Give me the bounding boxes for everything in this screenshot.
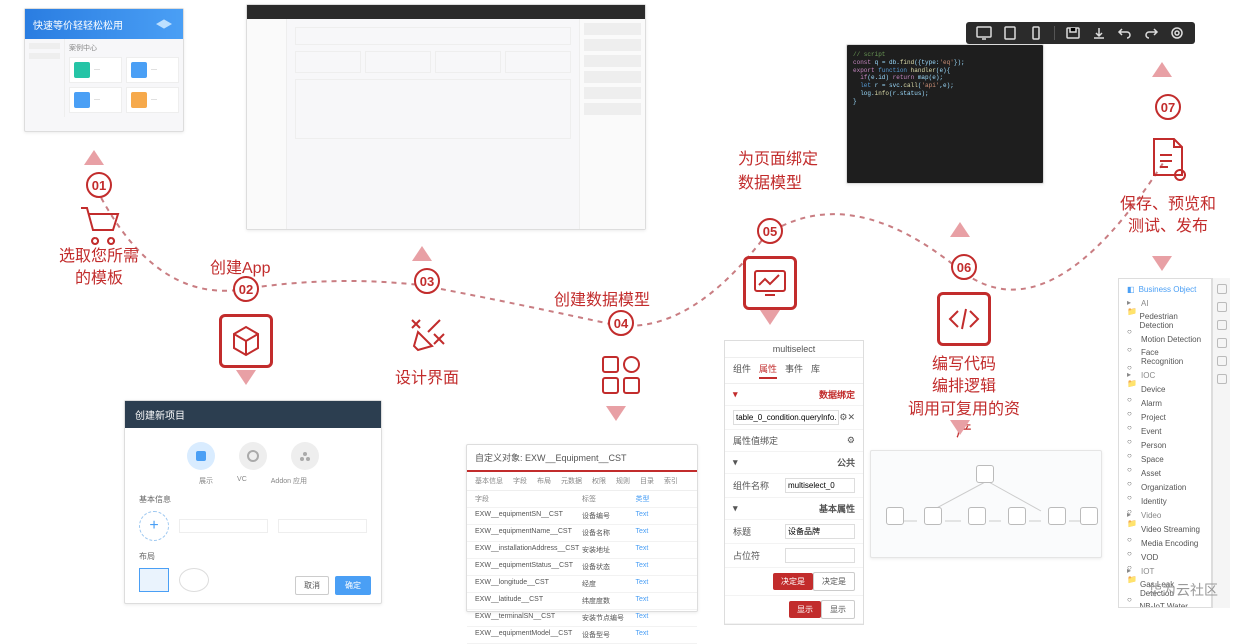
grid-icon[interactable] (1217, 338, 1227, 348)
pos-input[interactable] (785, 548, 855, 563)
label-input[interactable] (785, 524, 855, 539)
ok-button[interactable]: 确定 (335, 576, 371, 595)
code-icon (946, 307, 982, 331)
thumb-toolbar (966, 22, 1195, 44)
step-01: 01 选取您所需 的模板 (54, 172, 144, 291)
cube-decor-icon (153, 15, 175, 33)
search-icon[interactable] (1217, 284, 1227, 294)
tree-leaf[interactable]: ○Face Recognition (1119, 346, 1211, 368)
tree-leaf[interactable]: ○NB-IoT Water Meters (1119, 600, 1211, 608)
desktop-icon[interactable] (976, 26, 992, 40)
thumb-property-panel: multiselect 组件属性事件库 ▾ 数据绑定 ⚙✕ 属性值绑定⚙ ▾ 公… (724, 340, 864, 625)
tree-leaf[interactable]: ○Video Streaming (1119, 522, 1211, 536)
table-row: EXW__terminalSN__CST安装节点编号Text (467, 610, 697, 627)
thumb-code-editor: // script const q = db.find({type:'eq'})… (846, 44, 1044, 184)
monitor-chart-icon (753, 269, 787, 297)
tree-folder[interactable]: ▸ 📁AI (1119, 296, 1211, 310)
tab-vc-icon (239, 442, 267, 470)
tablet-icon[interactable] (1002, 26, 1018, 40)
tree-folder[interactable]: ▸ 📁IOC (1119, 368, 1211, 382)
tab-addon-icon (291, 442, 319, 470)
step-04: 04 (586, 310, 656, 410)
step-03: 03 设计界面 (392, 268, 462, 390)
thumb-flow-canvas (870, 450, 1102, 558)
phone-icon[interactable] (1028, 26, 1044, 40)
add-icon[interactable]: + (139, 511, 169, 541)
tree-leaf[interactable]: ○Organization (1119, 480, 1211, 494)
thumb-designer (246, 4, 646, 230)
apps-icon (599, 353, 643, 397)
toggle-a[interactable]: 决定是 (773, 573, 813, 590)
tree-leaf[interactable]: ○Identity (1119, 494, 1211, 508)
file-settings-icon (1146, 135, 1190, 183)
thumb-custom-object: 自定义对象: EXW__Equipment__CST 基本信息字段布局元数据权限… (466, 444, 698, 612)
toggle-c[interactable]: 显示 (789, 601, 821, 618)
tab-display-icon (187, 442, 215, 470)
design-tools-icon (404, 310, 450, 356)
arrow-up-icon (412, 246, 432, 261)
tree-leaf[interactable]: ○Project (1119, 410, 1211, 424)
watermark: 华为云社区 (1148, 580, 1218, 600)
tree-sidebar (1212, 278, 1230, 608)
binding-input[interactable] (733, 410, 839, 425)
preview-icon[interactable] (1169, 26, 1185, 40)
tree-folder[interactable]: ▸ 📁Video (1119, 508, 1211, 522)
thumb-new-project: 创建新项目 展示 VC Addon 应用 基本信息 + 布局 取消 确定 (124, 400, 382, 604)
table-row: EXW__equipmentModel__CST设备型号Text (467, 627, 697, 644)
tree-leaf[interactable]: ○Media Encoding (1119, 536, 1211, 550)
arrow-down-icon (1152, 256, 1172, 271)
step-02: 02 (216, 276, 276, 376)
step-05: 05 (740, 218, 800, 318)
undo-icon[interactable] (1117, 26, 1133, 40)
arrow-up-icon (950, 222, 970, 237)
close-icon[interactable]: ✕ (847, 412, 855, 423)
template-picker-header: 快速等价轻轻松松用 (25, 9, 183, 39)
step-06: 06 编写代码 编排逻辑 调用可复用的资产 (904, 254, 1024, 444)
toggle-d[interactable]: 显示 (821, 600, 855, 619)
arrow-down-icon (760, 310, 780, 325)
arrow-up-icon (1152, 62, 1172, 77)
step-07: 07 保存、预览和 测试、发布 (1108, 94, 1228, 239)
tree-leaf[interactable]: ○Asset (1119, 466, 1211, 480)
table-row: EXW__installationAddress__CST安装地址Text (467, 542, 697, 559)
tree-leaf[interactable]: ○Alarm (1119, 396, 1211, 410)
gear-icon[interactable]: ⚙ (839, 412, 847, 423)
thumb-template-picker: 快速等价轻轻松松用 案例中心 ··· ··· ··· ··· (24, 8, 184, 132)
tree-leaf[interactable]: ○Event (1119, 424, 1211, 438)
cart-icon (75, 202, 123, 246)
thumb-business-object-tree: ◧ Business Object ▸ 📁AI ○Pedestrian Dete… (1118, 278, 1212, 608)
save-icon[interactable] (1065, 26, 1081, 40)
table-row: EXW__equipmentSN__CST设备编号Text (467, 508, 697, 525)
tree-leaf[interactable]: ○Person (1119, 438, 1211, 452)
step-04-label: 创建数据模型 (554, 286, 650, 310)
link-icon[interactable] (1217, 320, 1227, 330)
toggle-b[interactable]: 决定是 (813, 572, 855, 591)
cancel-button[interactable]: 取消 (295, 576, 329, 595)
person-icon[interactable] (1217, 356, 1227, 366)
arrow-down-icon (606, 406, 626, 421)
step-05-label: 为页面绑定 数据模型 (738, 148, 818, 196)
arrow-up-icon (84, 150, 104, 165)
package-icon (228, 323, 264, 359)
step-02-label: 创建App (210, 254, 270, 278)
tree-leaf[interactable]: ○VOD (1119, 550, 1211, 564)
tree-leaf[interactable]: ○Space (1119, 452, 1211, 466)
tree-folder[interactable]: ▸ 📁IOT (1119, 564, 1211, 578)
share-icon[interactable] (1217, 302, 1227, 312)
tree-leaf[interactable]: ○Device (1119, 382, 1211, 396)
download-icon[interactable] (1091, 26, 1107, 40)
circle-icon[interactable] (1217, 374, 1227, 384)
arrow-down-icon (950, 420, 970, 435)
table-row: EXW__equipmentName__CST设备名称Text (467, 525, 697, 542)
name-input[interactable] (785, 478, 855, 493)
table-row: EXW__latitude__CST纬度度数Text (467, 593, 697, 610)
tree-leaf[interactable]: ○Motion Detection (1119, 332, 1211, 346)
redo-icon[interactable] (1143, 26, 1159, 40)
gear-icon[interactable]: ⚙ (847, 435, 855, 446)
table-row: EXW__equipmentStatus__CST设备状态Text (467, 559, 697, 576)
arrow-down-icon (236, 370, 256, 385)
table-row: EXW__longitude__CST经度Text (467, 576, 697, 593)
